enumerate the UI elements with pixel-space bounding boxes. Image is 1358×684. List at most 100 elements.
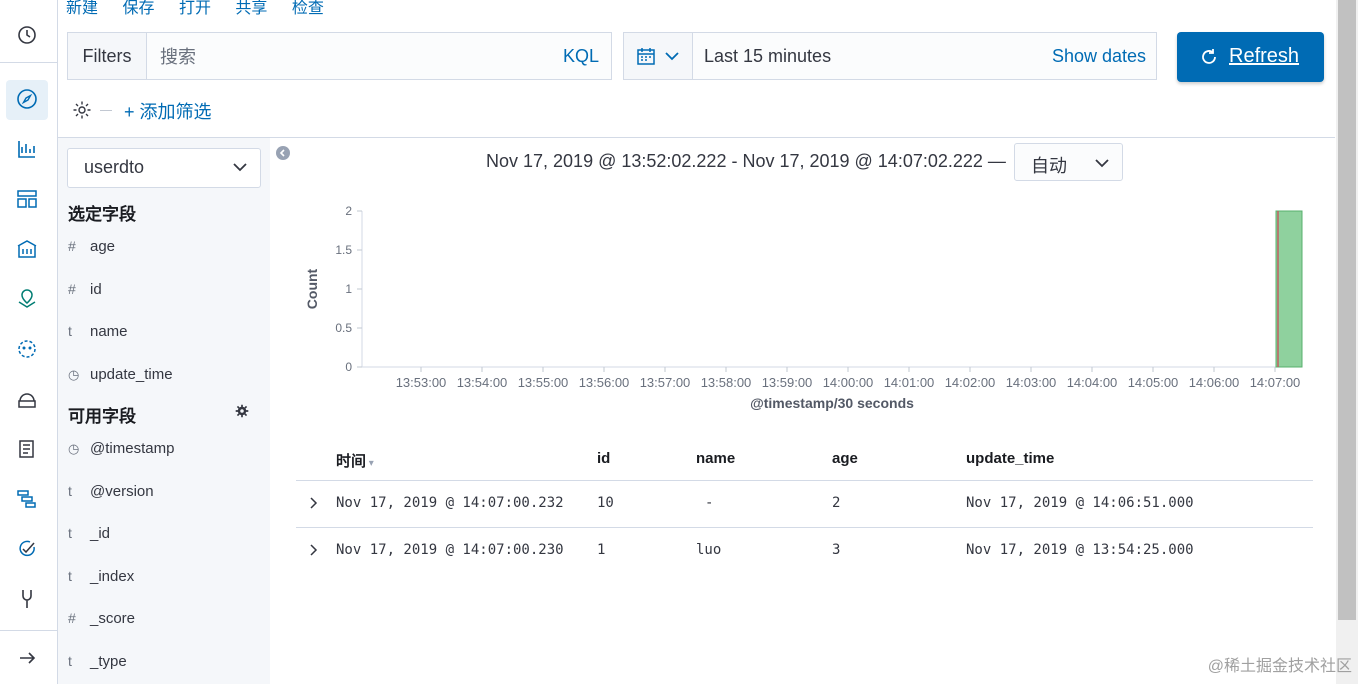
x-tick-label: 14:04:00 <box>1067 375 1118 390</box>
refresh-button[interactable]: Refresh <box>1177 32 1324 82</box>
infra-icon[interactable] <box>16 388 38 410</box>
field-name: _type <box>90 652 127 670</box>
field-item[interactable]: # _score <box>68 610 135 627</box>
maps-icon[interactable] <box>16 288 38 310</box>
field-item[interactable]: # id <box>68 281 102 298</box>
x-tick-label: 14:06:00 <box>1189 375 1240 390</box>
x-tick-label: 13:53:00 <box>396 375 447 390</box>
time-range-label[interactable]: Last 15 minutes <box>704 33 831 79</box>
x-tick-label: 14:02:00 <box>945 375 996 390</box>
table-row[interactable]: Nov 17, 2019 @ 14:07:00.232 10 - 2 Nov 17, 2… <box>296 480 1313 527</box>
x-tick-label: 13:54:00 <box>457 375 508 390</box>
gear-icon[interactable] <box>72 100 92 120</box>
field-name: age <box>90 238 116 255</box>
string-type-icon: t <box>68 652 72 669</box>
expand-nav-icon[interactable] <box>16 647 38 669</box>
cell-id: 1 <box>597 542 606 558</box>
refresh-label: Refresh <box>1229 45 1300 67</box>
y-tick-label: 0 <box>345 360 352 374</box>
x-tick-label: 13:55:00 <box>518 375 569 390</box>
expand-row-icon[interactable] <box>308 496 318 510</box>
x-tick-label: 14:01:00 <box>884 375 935 390</box>
menu-save[interactable]: 保存 <box>122 0 154 17</box>
table-row[interactable]: Nov 17, 2019 @ 14:07:00.230 1 luo 3 Nov 17, … <box>296 527 1313 574</box>
uptime-icon[interactable] <box>16 538 38 560</box>
field-name: _score <box>90 610 136 627</box>
kql-toggle[interactable]: KQL <box>563 33 599 79</box>
field-item[interactable]: t _type <box>68 653 127 670</box>
y-tick-label: 1 <box>345 282 352 296</box>
add-filter-button[interactable]: + 添加筛选 <box>124 98 212 124</box>
canvas-icon[interactable] <box>16 238 38 260</box>
interval-select[interactable]: 自动 <box>1014 143 1123 181</box>
string-type-icon: t <box>68 482 72 499</box>
chevron-down-icon <box>233 163 247 172</box>
field-item[interactable]: # age <box>68 238 115 255</box>
column-header-name[interactable]: name <box>696 450 735 467</box>
cell-id: 10 <box>597 495 614 511</box>
cell-update-time: Nov 17, 2019 @ 14:06:51.000 <box>966 495 1194 511</box>
field-item[interactable]: ◷ update_time <box>68 366 173 383</box>
dashboard-icon[interactable] <box>16 188 38 210</box>
search-input[interactable] <box>148 33 562 81</box>
menu-share[interactable]: 共享 <box>235 0 267 17</box>
x-tick-label: 13:58:00 <box>701 375 752 390</box>
number-type-icon: # <box>68 280 76 297</box>
cell-time: Nov 17, 2019 @ 14:07:00.232 <box>336 495 564 511</box>
available-fields-title: 可用字段 <box>68 407 136 426</box>
cell-name: - <box>705 495 714 511</box>
field-item[interactable]: t _id <box>68 525 110 542</box>
x-tick-label: 13:56:00 <box>579 375 630 390</box>
chevron-down-icon <box>1095 159 1109 168</box>
ml-icon[interactable] <box>16 338 38 360</box>
calendar-icon <box>637 48 655 65</box>
clock-type-icon: ◷ <box>68 366 80 382</box>
interval-label: 自动 <box>1031 156 1067 176</box>
x-tick-label: 14:00:00 <box>823 375 874 390</box>
top-menu: 新建 保存 打开 共享 检查 <box>66 0 344 17</box>
scrollbar-thumb[interactable] <box>1338 0 1356 620</box>
field-name: _id <box>90 525 111 542</box>
filters-button[interactable]: Filters <box>68 33 147 79</box>
string-type-icon: t <box>68 567 72 584</box>
clock-type-icon: ◷ <box>68 441 80 456</box>
dev-tools-icon[interactable] <box>16 588 38 610</box>
apm-icon[interactable] <box>16 488 38 510</box>
quick-select-button[interactable] <box>624 33 693 79</box>
show-dates-link[interactable]: Show dates <box>1052 33 1146 79</box>
menu-open[interactable]: 打开 <box>179 0 211 17</box>
collapse-sidebar-button[interactable] <box>276 146 290 160</box>
menu-inspect[interactable]: 检查 <box>292 0 324 17</box>
query-bar: Filters KQL <box>67 32 612 81</box>
x-tick-label: 14:05:00 <box>1128 375 1179 390</box>
menu-new[interactable]: 新建 <box>66 0 98 17</box>
number-type-icon: # <box>68 610 76 626</box>
column-header-age[interactable]: age <box>832 450 858 467</box>
index-pattern-select[interactable]: userdto <box>67 148 261 188</box>
date-picker: Last 15 minutes Show dates <box>623 32 1157 80</box>
expand-row-icon[interactable] <box>308 543 318 557</box>
logs-icon[interactable] <box>16 438 38 460</box>
field-name: update_time <box>90 365 173 383</box>
column-header-id[interactable]: id <box>597 450 610 467</box>
visualize-icon[interactable] <box>16 138 38 160</box>
string-type-icon: t <box>68 525 72 541</box>
cell-time: Nov 17, 2019 @ 14:07:00.230 <box>336 542 564 558</box>
compass-icon[interactable] <box>16 88 38 110</box>
field-name: @version <box>90 482 154 500</box>
column-header-time[interactable]: 时间 ▾ <box>336 450 374 471</box>
clock-icon[interactable] <box>16 24 38 46</box>
y-tick-label: 0.5 <box>335 321 352 335</box>
field-item[interactable]: t _index <box>68 568 134 585</box>
field-item[interactable]: t name <box>68 323 128 340</box>
gear-icon[interactable] <box>235 404 249 418</box>
index-pattern-label: userdto <box>84 157 145 177</box>
number-type-icon: # <box>68 238 76 254</box>
x-tick-label: 14:07:00 <box>1250 375 1301 390</box>
column-header-update-time[interactable]: update_time <box>966 450 1054 467</box>
field-item[interactable]: t @version <box>68 483 154 500</box>
string-type-icon: t <box>68 323 72 339</box>
refresh-icon <box>1202 49 1216 64</box>
chevron-down-icon <box>665 52 679 61</box>
field-item[interactable]: ◷ @timestamp <box>68 440 174 457</box>
